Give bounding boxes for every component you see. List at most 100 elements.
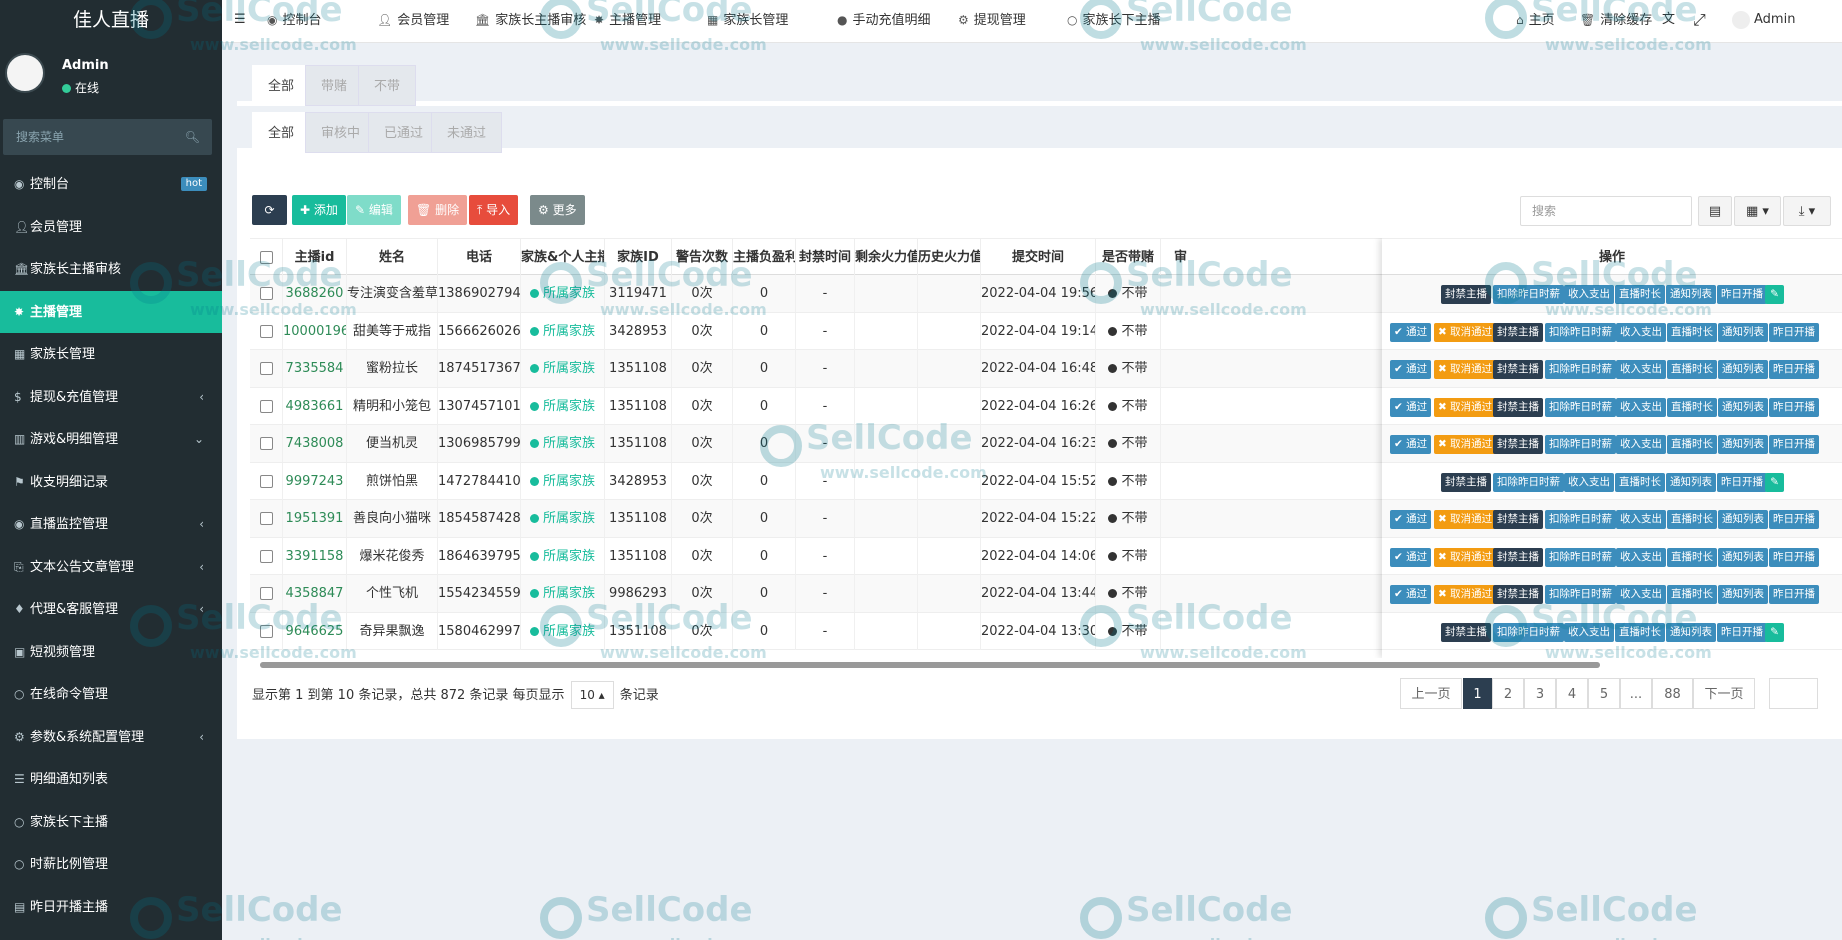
- top-nav-5[interactable]: ● 手动充值明细: [837, 0, 931, 40]
- top-clear-cache[interactable]: 🗑︎ 清除缓存: [1580, 0, 1652, 40]
- cell-id[interactable]: 4983661: [282, 387, 346, 425]
- duration-button[interactable]: 直播时长: [1667, 510, 1717, 529]
- page-size-select[interactable]: 10 ▴: [570, 681, 614, 709]
- menu-toggle-icon[interactable]: ☰: [234, 0, 246, 40]
- approve-button[interactable]: ✔ 通过: [1390, 510, 1432, 529]
- notify-list-button[interactable]: 通知列表: [1666, 285, 1716, 304]
- toggle-view-button[interactable]: ▤: [1698, 196, 1732, 226]
- cancel-approve-button[interactable]: ✖ 取消通过: [1434, 397, 1497, 417]
- sidebar-item-7[interactable]: ⚑ 收支明细记录: [0, 461, 222, 504]
- page-1[interactable]: 1: [1463, 678, 1492, 709]
- deduct-salary-button[interactable]: 扣除昨日时薪: [1545, 360, 1616, 379]
- row-checkbox[interactable]: [259, 324, 273, 338]
- cancel-approve-button[interactable]: ✖ 取消通过: [1434, 322, 1497, 342]
- row-checkbox[interactable]: [259, 362, 273, 375]
- edit-row-button[interactable]: ✎: [1765, 285, 1784, 304]
- ban-button[interactable]: 封禁主播: [1441, 472, 1491, 492]
- top-home[interactable]: ⌂ 主页: [1516, 0, 1555, 40]
- delete-button[interactable]: 🗑︎ 删除: [408, 195, 468, 225]
- notify-list-button[interactable]: 通知列表: [1666, 472, 1716, 492]
- income-button[interactable]: 收入支出: [1616, 322, 1666, 342]
- tab-status-all[interactable]: 全部: [252, 112, 311, 153]
- row-checkbox-cell[interactable]: [250, 613, 282, 650]
- sidebar-item-5[interactable]: $ 提现&充值管理 ‹: [0, 376, 222, 419]
- scrollbar-thumb[interactable]: [260, 662, 1600, 668]
- ban-button[interactable]: 封禁主播: [1493, 435, 1543, 454]
- sidebar-item-12[interactable]: ○ 在线命令管理: [0, 673, 222, 716]
- income-button[interactable]: 收入支出: [1564, 472, 1614, 492]
- column-header-10[interactable]: 提交时间: [980, 239, 1095, 276]
- row-checkbox[interactable]: [259, 399, 273, 413]
- notify-list-button[interactable]: 通知列表: [1666, 622, 1716, 642]
- top-nav-2[interactable]: 🏛︎ 家族长主播审核: [475, 0, 586, 40]
- column-header-5[interactable]: 警告次数: [671, 239, 732, 276]
- notify-list-button[interactable]: 通知列表: [1718, 435, 1768, 454]
- sidebar-item-6[interactable]: ▥ 游戏&明细管理 ⌄: [0, 418, 222, 461]
- export-button[interactable]: ⤓ ▾: [1783, 196, 1831, 226]
- yesterday-live-button[interactable]: 昨日开播: [1769, 585, 1819, 604]
- row-checkbox-cell[interactable]: [250, 425, 282, 462]
- yesterday-live-button[interactable]: 昨日开播: [1769, 360, 1819, 379]
- tab-status-pending[interactable]: 审核中: [305, 112, 377, 153]
- language-icon[interactable]: 文: [1662, 0, 1675, 40]
- ban-button[interactable]: 封禁主播: [1493, 322, 1543, 342]
- column-header-4[interactable]: 家族ID: [604, 239, 671, 276]
- row-checkbox-cell[interactable]: [250, 388, 282, 425]
- column-header-8[interactable]: 剩余火力值: [854, 239, 917, 276]
- deduct-salary-button[interactable]: 扣除昨日时薪: [1545, 397, 1616, 417]
- ban-button[interactable]: 封禁主播: [1493, 547, 1543, 567]
- duration-button[interactable]: 直播时长: [1667, 585, 1717, 604]
- income-button[interactable]: 收入支出: [1616, 585, 1666, 604]
- top-nav-6[interactable]: ⚙ 提现管理: [958, 0, 1026, 40]
- columns-button[interactable]: ▦ ▾: [1734, 196, 1781, 226]
- sidebar-item-1[interactable]: 👤︎会员管理: [0, 206, 222, 249]
- sidebar-item-8[interactable]: ◉ 直播监控管理 ‹: [0, 503, 222, 546]
- approve-button[interactable]: ✔ 通过: [1390, 585, 1432, 604]
- column-header-6[interactable]: 主播负盈利: [732, 239, 795, 276]
- checkbox-icon[interactable]: [259, 251, 273, 264]
- top-nav-1[interactable]: 👤︎ 会员管理: [377, 0, 449, 40]
- notify-list-button[interactable]: 通知列表: [1718, 547, 1768, 567]
- ban-button[interactable]: 封禁主播: [1493, 360, 1543, 379]
- deduct-salary-button[interactable]: 扣除昨日时薪: [1545, 585, 1616, 604]
- ban-button[interactable]: 封禁主播: [1493, 585, 1543, 604]
- horizontal-scrollbar[interactable]: [260, 662, 1600, 668]
- page-0[interactable]: 上一页: [1400, 678, 1462, 709]
- duration-button[interactable]: 直播时长: [1667, 360, 1717, 379]
- avatar[interactable]: [5, 53, 45, 93]
- cancel-approve-button[interactable]: ✖ 取消通过: [1434, 547, 1497, 567]
- notify-list-button[interactable]: 通知列表: [1718, 510, 1768, 529]
- cell-id[interactable]: 9646625: [282, 612, 346, 650]
- duration-button[interactable]: 直播时长: [1615, 472, 1665, 492]
- page-4[interactable]: 4: [1556, 678, 1588, 709]
- row-checkbox-cell[interactable]: [250, 463, 282, 500]
- row-checkbox-cell[interactable]: [250, 500, 282, 537]
- deduct-salary-button[interactable]: 扣除昨日时薪: [1545, 510, 1616, 529]
- cell-id[interactable]: 7335584: [282, 350, 346, 387]
- yesterday-live-button[interactable]: 昨日开播: [1717, 285, 1767, 304]
- more-button[interactable]: ⚙ 更多: [530, 195, 585, 225]
- deduct-salary-button[interactable]: 扣除昨日时薪: [1545, 322, 1616, 342]
- sidebar-item-13[interactable]: ⚙ 参数&系统配置管理 ‹: [0, 716, 222, 759]
- sidebar-item-9[interactable]: ⎘ 文本公告文章管理 ‹: [0, 546, 222, 589]
- deduct-salary-button[interactable]: 扣除昨日时薪: [1493, 622, 1564, 642]
- sidebar-item-2[interactable]: 🏛︎家族长主播审核: [0, 248, 222, 291]
- row-checkbox[interactable]: [259, 287, 273, 300]
- duration-button[interactable]: 直播时长: [1667, 435, 1717, 454]
- column-header-3[interactable]: 家族&个人主播: [520, 239, 604, 276]
- row-checkbox[interactable]: [259, 512, 273, 525]
- cancel-approve-button[interactable]: ✖ 取消通过: [1434, 585, 1497, 604]
- row-checkbox[interactable]: [259, 624, 273, 638]
- page-3[interactable]: 3: [1524, 678, 1556, 709]
- cancel-approve-button[interactable]: ✖ 取消通过: [1434, 360, 1497, 379]
- sidebar-item-0[interactable]: ◉ 控制台 hot: [0, 163, 222, 206]
- column-header-2[interactable]: 电话: [437, 239, 520, 276]
- cell-id[interactable]: 4358847: [282, 575, 346, 612]
- ban-button[interactable]: 封禁主播: [1441, 285, 1491, 304]
- notify-list-button[interactable]: 通知列表: [1718, 397, 1768, 417]
- notify-list-button[interactable]: 通知列表: [1718, 585, 1768, 604]
- yesterday-live-button[interactable]: 昨日开播: [1717, 622, 1767, 642]
- income-button[interactable]: 收入支出: [1616, 360, 1666, 379]
- column-header-7[interactable]: 封禁时间: [795, 239, 854, 276]
- sidebar-item-15[interactable]: ○ 家族长下主播: [0, 801, 222, 844]
